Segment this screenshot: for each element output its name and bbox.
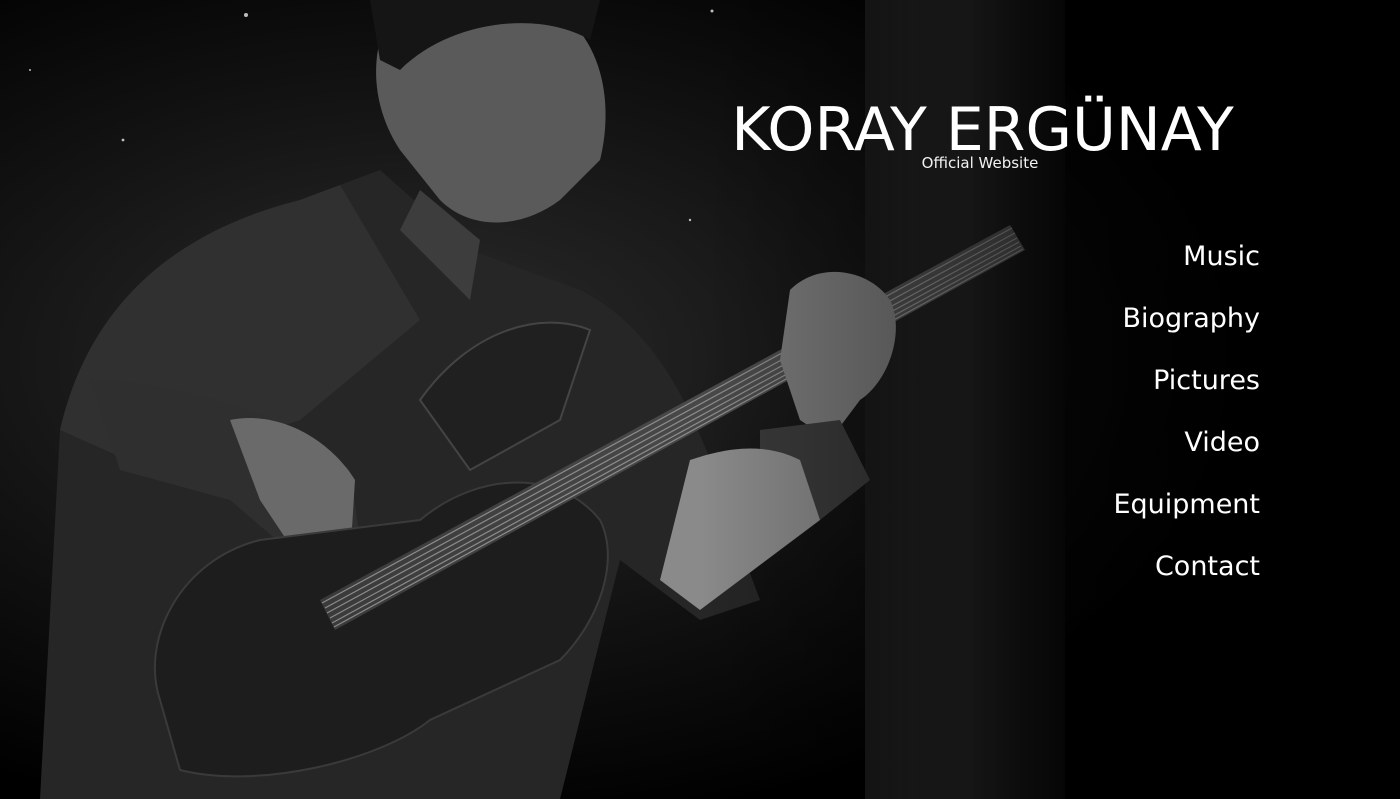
nav-item-music: Music	[960, 236, 1260, 298]
nav-item-video: Video	[960, 422, 1260, 484]
page: KORAY ERGÜNAY Official Website Music Bio…	[0, 0, 1400, 799]
nav-item-contact: Contact	[960, 546, 1260, 608]
nav-item-biography: Biography	[960, 298, 1260, 360]
nav-link-equipment[interactable]: Equipment	[1113, 489, 1260, 520]
main-nav: Music Biography Pictures Video Equipment…	[960, 236, 1260, 608]
nav-link-music[interactable]: Music	[1183, 241, 1260, 272]
nav-item-pictures: Pictures	[960, 360, 1260, 422]
nav-link-pictures[interactable]: Pictures	[1153, 365, 1260, 396]
nav-item-equipment: Equipment	[960, 484, 1260, 546]
nav-link-contact[interactable]: Contact	[1155, 551, 1260, 582]
nav-link-video[interactable]: Video	[1184, 427, 1260, 458]
site-subtitle: Official Website	[921, 154, 1039, 172]
nav-link-biography[interactable]: Biography	[1122, 303, 1260, 334]
